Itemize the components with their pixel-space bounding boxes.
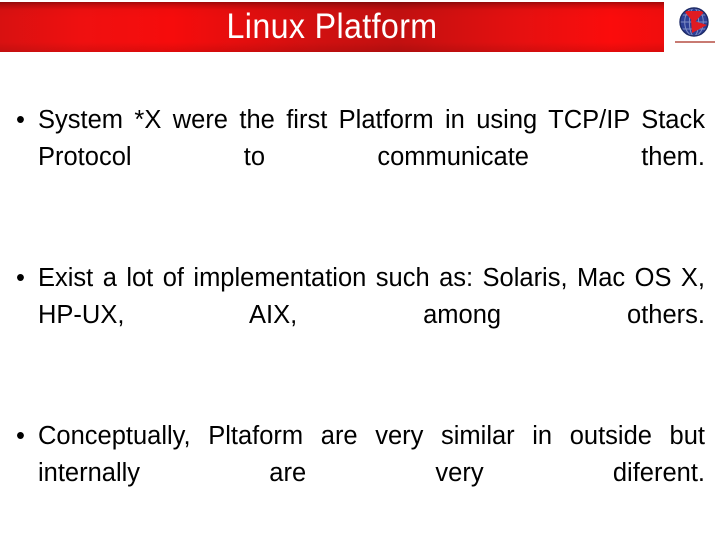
logo-underline — [675, 41, 715, 43]
bullet-marker: • — [16, 106, 25, 134]
page-title: Linux Platform — [226, 7, 438, 46]
bullet-text: System *X were the first Platform in usi… — [38, 106, 705, 171]
bullet-list: • System *X were the first Platform in u… — [0, 102, 720, 529]
bullet-item-3: • Conceptually, Pltaform are very simila… — [0, 418, 720, 529]
bullet-text: Conceptually, Pltaform are very similar … — [38, 422, 705, 487]
bullet-text: Exist a lot of implementation such as: S… — [38, 264, 705, 329]
bullet-item-2: • Exist a lot of implementation such as:… — [0, 260, 720, 371]
title-banner: Linux Platform — [0, 2, 664, 52]
slide-content: • System *X were the first Platform in u… — [0, 54, 720, 540]
bullet-marker: • — [16, 264, 25, 292]
bullet-marker: • — [16, 422, 25, 450]
logo — [675, 6, 715, 50]
slide-header: Linux Platform — [0, 0, 720, 54]
globe-arrow-logo-icon — [678, 6, 710, 38]
bullet-item-1: • System *X were the first Platform in u… — [0, 102, 720, 213]
